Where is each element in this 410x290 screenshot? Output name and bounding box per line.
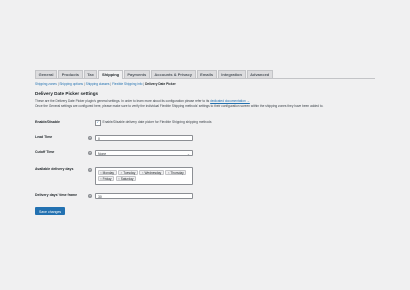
cutoff-time-row: Cutoff Time ? None ⌄ — [35, 150, 375, 156]
enable-checkbox-label: Enable/Disable delivery date picker for … — [102, 120, 212, 125]
help-icon[interactable]: ? — [88, 193, 92, 198]
cutoff-time-select[interactable]: None ⌄ — [95, 150, 193, 156]
delivery-day-chip[interactable]: ×Saturday — [115, 176, 136, 181]
delivery-days-row: Available delivery days ? ×Monday ×Tuesda… — [35, 167, 375, 185]
save-changes-button[interactable]: Save changes — [35, 207, 66, 215]
close-icon[interactable]: × — [118, 177, 120, 181]
delivery-day-chip[interactable]: ×Friday — [97, 176, 115, 181]
delivery-days-multiselect[interactable]: ×Monday ×Tuesday ×Wednesday ×Thursday ×Frida… — [95, 167, 193, 185]
delivery-day-chip[interactable]: ×Wednesday — [139, 169, 164, 175]
documentation-link[interactable]: dedicated documentation → — [210, 99, 250, 103]
delivery-day-chip[interactable]: ×Monday — [97, 169, 117, 175]
delivery-day-chip-label: Wednesday — [144, 170, 162, 175]
delivery-day-chip-label: Thursday — [170, 170, 184, 175]
delivery-day-chip[interactable]: ×Tuesday — [118, 169, 138, 175]
subsection-link[interactable]: Shipping classes — [86, 82, 110, 86]
subsection-link[interactable]: Shipping options — [59, 82, 83, 86]
enable-row: Enable/Disable ✓ Enable/Disable delivery… — [35, 120, 375, 126]
section-description: These are the Delivery Date Picker plugi… — [35, 99, 375, 103]
tab-general[interactable]: General — [35, 70, 58, 78]
chevron-down-icon: ⌄ — [186, 152, 190, 156]
delivery-day-chip-label: Monday — [102, 170, 115, 175]
subsection-current: Delivery Date Picker — [145, 82, 176, 86]
section-title: Delivery Date Picker settings — [35, 91, 99, 96]
subsection-link[interactable]: Flexible Shipping info — [112, 82, 142, 86]
delivery-day-chip[interactable]: ×Thursday — [165, 169, 187, 175]
tab-accounts-privacy[interactable]: Accounts & Privacy — [150, 70, 196, 78]
tab-payments[interactable]: Payments — [123, 70, 150, 78]
help-icon[interactable]: ? — [88, 150, 92, 155]
section-note: Once the General settings are configured… — [35, 104, 324, 109]
lead-time-input[interactable]: 0 — [95, 135, 193, 141]
enable-field: ✓ Enable/Disable delivery date picker fo… — [95, 120, 212, 126]
help-icon[interactable]: ? — [88, 135, 92, 140]
tab-advanced[interactable]: Advanced — [246, 70, 273, 78]
tab-integration[interactable]: Integration — [217, 70, 246, 78]
time-frame-input[interactable]: 30 — [95, 193, 193, 199]
delivery-day-chip-label: Saturday — [120, 177, 134, 181]
tab-products[interactable]: Products — [58, 70, 83, 78]
enable-label: Enable/Disable — [35, 120, 60, 124]
delivery-day-chip-label: Tuesday — [123, 170, 136, 175]
cutoff-time-value: None — [98, 152, 107, 156]
help-icon[interactable]: ? — [88, 167, 92, 172]
enable-checkbox[interactable]: ✓ — [95, 120, 101, 126]
close-icon[interactable]: × — [100, 177, 102, 181]
delivery-day-chip-label: Friday — [102, 177, 112, 181]
cutoff-time-label: Cutoff Time — [35, 150, 55, 154]
delivery-days-label: Available delivery days — [35, 167, 74, 171]
close-icon[interactable]: × — [100, 171, 102, 175]
lead-time-row: Lead Time ? 0 — [35, 135, 375, 141]
subsection-link[interactable]: Shipping zones — [35, 82, 57, 86]
tab-shipping[interactable]: Shipping — [98, 70, 123, 79]
time-frame-row: Delivery days' time frame ? 30 — [35, 193, 375, 199]
description-text: These are the Delivery Date Picker plugi… — [35, 99, 211, 103]
tab-tax[interactable]: Tax — [83, 70, 98, 78]
time-frame-label: Delivery days' time frame — [35, 193, 78, 197]
settings-tabs: General Products Tax Shipping Payments Accoun… — [35, 69, 375, 79]
settings-page: General Products Tax Shipping Payments Accoun… — [35, 69, 375, 215]
subsection-nav: Shipping zones | Shipping options | Ship… — [35, 82, 375, 86]
lead-time-label: Lead Time — [35, 135, 53, 139]
tab-emails[interactable]: Emails — [196, 70, 217, 78]
